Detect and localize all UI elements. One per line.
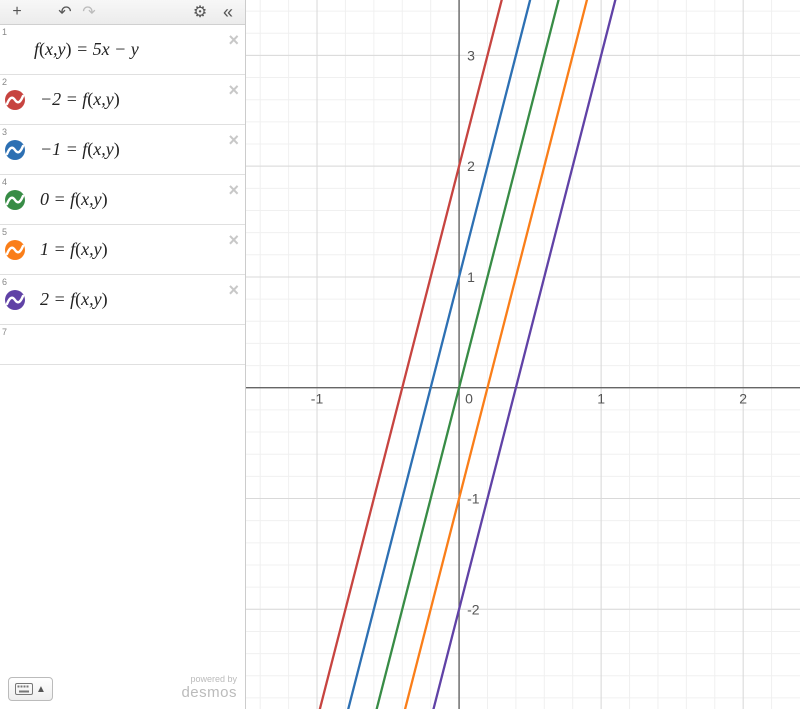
expression-color-icon[interactable]: [4, 139, 26, 161]
delete-expression-button[interactable]: ×: [228, 131, 239, 149]
redo-icon: ↷: [82, 2, 95, 22]
row-number: 6: [2, 277, 7, 287]
undo-button[interactable]: ↶: [54, 1, 76, 23]
row-number: 5: [2, 227, 7, 237]
plot-line: [246, 0, 800, 709]
svg-text:-2: -2: [467, 601, 480, 617]
svg-text:0: 0: [465, 391, 473, 407]
expression-sidebar: + ↶ ↷ ⚙ « 1 f(x,y) = 5x − y × 2 −2 = f(x,y) ×…: [0, 0, 246, 709]
expression-text[interactable]: −2 = f(x,y): [40, 89, 120, 110]
delete-expression-button[interactable]: ×: [228, 281, 239, 299]
graph-canvas: -1 0 1 2 -2 -1 1 2 3: [246, 0, 800, 709]
expression-row[interactable]: 7: [0, 325, 245, 365]
add-expression-button[interactable]: +: [6, 1, 28, 23]
row-number: 7: [2, 327, 7, 337]
keyboard-toggle-button[interactable]: ▲: [8, 677, 53, 701]
sidebar-toolbar: + ↶ ↷ ⚙ «: [0, 0, 245, 25]
expression-row[interactable]: 6 2 = f(x,y) ×: [0, 275, 245, 325]
expression-text[interactable]: f(x,y) = 5x − y: [34, 39, 139, 60]
expression-row[interactable]: 3 −1 = f(x,y) ×: [0, 125, 245, 175]
brand-label: desmos: [181, 685, 237, 702]
plot-line: [246, 0, 800, 709]
chevron-left-double-icon: «: [223, 2, 233, 23]
graph-pane[interactable]: -1 0 1 2 -2 -1 1 2 3: [246, 0, 800, 709]
undo-icon: ↶: [58, 2, 71, 22]
row-number: 1: [2, 27, 7, 37]
svg-text:2: 2: [467, 158, 475, 174]
collapse-sidebar-button[interactable]: «: [217, 1, 239, 23]
row-number: 4: [2, 177, 7, 187]
svg-text:-1: -1: [311, 391, 324, 407]
svg-text:3: 3: [467, 47, 475, 63]
expression-row[interactable]: 4 0 = f(x,y) ×: [0, 175, 245, 225]
delete-expression-button[interactable]: ×: [228, 31, 239, 49]
sidebar-footer: ▲ powered by desmos: [8, 675, 237, 701]
svg-text:1: 1: [467, 269, 475, 285]
redo-button[interactable]: ↷: [78, 1, 100, 23]
expression-text[interactable]: 1 = f(x,y): [40, 239, 108, 260]
expression-row[interactable]: 2 −2 = f(x,y) ×: [0, 75, 245, 125]
expression-color-icon[interactable]: [4, 239, 26, 261]
delete-expression-button[interactable]: ×: [228, 181, 239, 199]
delete-expression-button[interactable]: ×: [228, 231, 239, 249]
powered-by-credit: powered by desmos: [181, 675, 237, 701]
row-number: 3: [2, 127, 7, 137]
chevron-up-icon: ▲: [36, 684, 46, 695]
row-number: 2: [2, 77, 7, 87]
expression-text[interactable]: 2 = f(x,y): [40, 289, 108, 310]
plot-line: [246, 0, 800, 709]
svg-text:-1: -1: [467, 491, 480, 507]
expression-text[interactable]: −1 = f(x,y): [40, 139, 120, 160]
expression-row[interactable]: 1 f(x,y) = 5x − y ×: [0, 25, 245, 75]
svg-text:1: 1: [597, 391, 605, 407]
expression-color-icon[interactable]: [4, 289, 26, 311]
expression-color-icon[interactable]: [4, 189, 26, 211]
expression-color-icon[interactable]: [4, 89, 26, 111]
plot-line: [246, 0, 800, 709]
svg-text:2: 2: [739, 391, 747, 407]
plot-line: [246, 0, 800, 709]
plus-icon: +: [12, 3, 21, 21]
gear-icon: ⚙: [193, 2, 207, 22]
app-root: + ↶ ↷ ⚙ « 1 f(x,y) = 5x − y × 2 −2 = f(x,y) ×…: [0, 0, 800, 709]
keyboard-icon: [15, 683, 33, 695]
expression-list: 1 f(x,y) = 5x − y × 2 −2 = f(x,y) × 3 −1 = f(x,…: [0, 25, 245, 709]
expression-text[interactable]: 0 = f(x,y): [40, 189, 108, 210]
settings-button[interactable]: ⚙: [189, 1, 211, 23]
expression-row[interactable]: 5 1 = f(x,y) ×: [0, 225, 245, 275]
delete-expression-button[interactable]: ×: [228, 81, 239, 99]
